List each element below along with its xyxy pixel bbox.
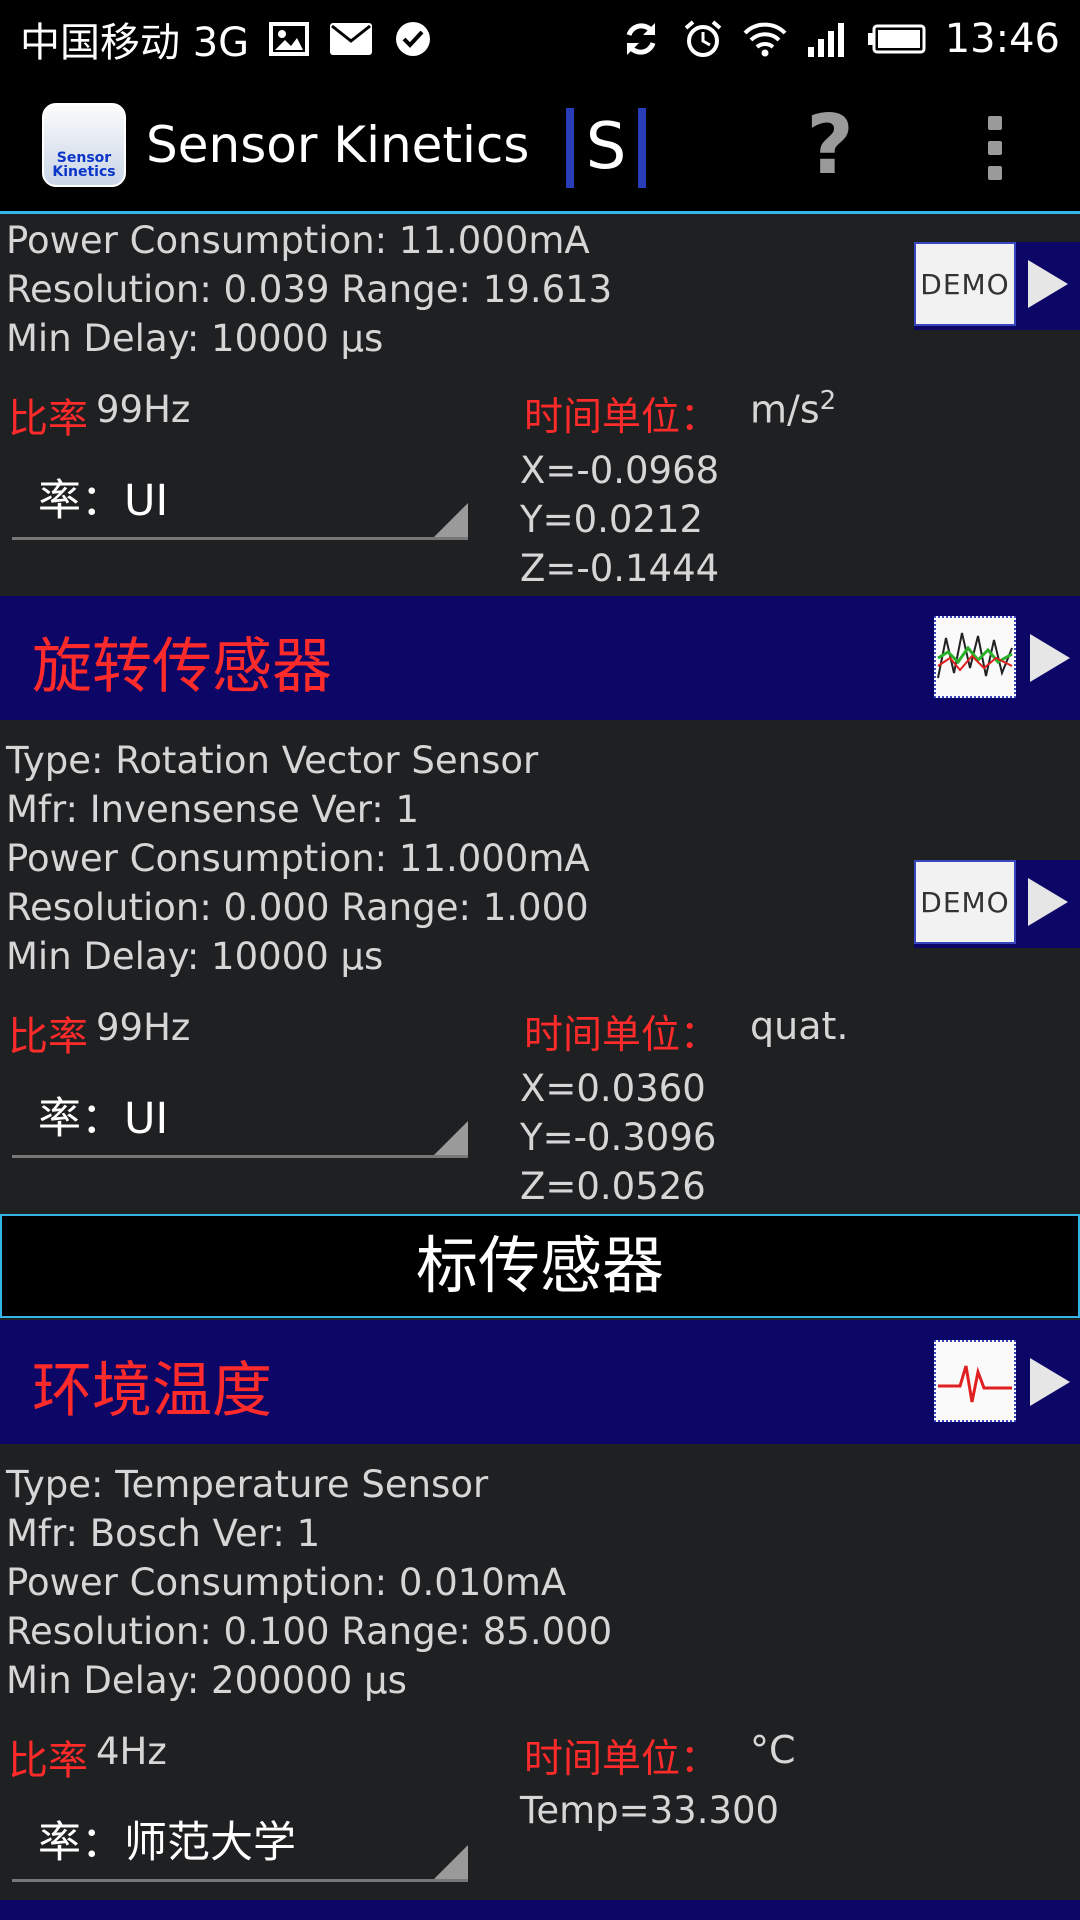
info-line: Resolution: 0.039 Range: 19.613 bbox=[6, 268, 613, 311]
spinner-arrow-icon bbox=[434, 503, 468, 537]
signal-icon bbox=[805, 17, 849, 61]
sensor-values: Temp=33.300 bbox=[520, 1786, 779, 1835]
info-line: Min Delay: 200000 µs bbox=[6, 1659, 407, 1702]
rate-value: 99Hz bbox=[96, 388, 191, 431]
section-header: 标传感器 bbox=[0, 1214, 1080, 1318]
spinner-arrow-icon bbox=[434, 1121, 468, 1155]
sensor-info: Type: Rotation Vector Sensor Mfr: Invens… bbox=[6, 736, 590, 981]
info-line: Power Consumption: 11.000mA bbox=[6, 837, 590, 880]
spinner-arrow-icon bbox=[434, 1845, 468, 1879]
unit-value-text: m/s bbox=[750, 387, 820, 432]
graph-icon[interactable] bbox=[934, 1340, 1016, 1422]
alarm-icon bbox=[681, 17, 725, 61]
sensor-values: X=0.0360 Y=-0.3096 Z=0.0526 bbox=[520, 1064, 716, 1211]
demo-button-wrap[interactable]: DEMO bbox=[914, 860, 1080, 948]
next-sensor-header bbox=[0, 1900, 1080, 1920]
sensor-values: X=-0.0968 Y=0.0212 Z=-0.1444 bbox=[520, 446, 719, 593]
overflow-menu-icon[interactable] bbox=[980, 116, 1010, 180]
unit-superscript: 2 bbox=[819, 386, 837, 416]
clock: 13:46 bbox=[944, 16, 1060, 62]
rate-label: 比率 bbox=[8, 396, 88, 442]
demo-button-wrap[interactable]: DEMO bbox=[914, 242, 1080, 330]
app-logo-text: Sensor Kinetics bbox=[52, 149, 116, 180]
battery-icon bbox=[867, 17, 927, 61]
play-arrow-icon[interactable] bbox=[1030, 634, 1070, 682]
info-line: Resolution: 0.000 Range: 1.000 bbox=[6, 886, 589, 929]
play-arrow-icon[interactable] bbox=[1030, 1358, 1070, 1406]
rate-spinner[interactable]: 率：师范大学 bbox=[12, 1802, 468, 1882]
app-logo[interactable]: Sensor Kinetics bbox=[42, 102, 126, 187]
demo-button[interactable]: DEMO bbox=[914, 860, 1016, 944]
play-arrow-icon[interactable] bbox=[1028, 878, 1068, 926]
unit-value: quat. bbox=[750, 1004, 849, 1048]
action-bar: Sensor Kinetics Sensor Kinetics S ? bbox=[0, 78, 1080, 214]
spinner-value: 率：UI bbox=[38, 1094, 169, 1144]
info-line: Mfr: Bosch Ver: 1 bbox=[6, 1512, 321, 1555]
s-logo-button[interactable]: S bbox=[566, 108, 646, 188]
value-temp: Temp=33.300 bbox=[520, 1789, 780, 1832]
value-y: Y=0.0212 bbox=[520, 498, 704, 541]
sensor-title: 环境温度 bbox=[32, 1356, 272, 1426]
sensor-header-temperature[interactable]: 环境温度 bbox=[0, 1320, 1080, 1444]
image-icon bbox=[267, 17, 311, 61]
play-arrow-icon[interactable] bbox=[1028, 260, 1068, 308]
rate-spinner[interactable]: 率：UI bbox=[12, 460, 468, 540]
rate-spinner[interactable]: 率：UI bbox=[12, 1078, 468, 1158]
graph-icon[interactable] bbox=[934, 616, 1016, 698]
sensor-info: Power Consumption: 11.000mA Resolution: … bbox=[6, 216, 612, 363]
info-line: Min Delay: 10000 µs bbox=[6, 317, 384, 360]
demo-button[interactable]: DEMO bbox=[914, 242, 1016, 326]
info-line: Min Delay: 10000 µs bbox=[6, 935, 384, 978]
app-title: Sensor Kinetics bbox=[146, 115, 530, 174]
info-line: Power Consumption: 11.000mA bbox=[6, 219, 590, 262]
spinner-value: 率：UI bbox=[38, 476, 169, 526]
check-circle-icon bbox=[391, 17, 435, 61]
unit-value: m/s2 bbox=[750, 386, 836, 432]
sync-icon bbox=[619, 17, 663, 61]
rate-value: 4Hz bbox=[96, 1730, 167, 1773]
value-z: Z=-0.1444 bbox=[520, 547, 720, 590]
help-button[interactable]: ? bbox=[800, 96, 860, 196]
unit-label: 时间单位： bbox=[524, 1737, 720, 1782]
mail-icon bbox=[329, 17, 373, 61]
rate-label: 比率 bbox=[8, 1738, 88, 1784]
info-line: Power Consumption: 0.010mA bbox=[6, 1561, 567, 1604]
info-line: Resolution: 0.100 Range: 85.000 bbox=[6, 1610, 613, 1653]
unit-value: °C bbox=[750, 1728, 796, 1772]
wifi-icon bbox=[743, 17, 787, 61]
unit-label: 时间单位： bbox=[524, 1013, 720, 1058]
info-line: Type: Rotation Vector Sensor bbox=[6, 739, 539, 782]
value-x: X=-0.0968 bbox=[520, 449, 720, 492]
info-line: Type: Temperature Sensor bbox=[6, 1463, 489, 1506]
spinner-value: 率：师范大学 bbox=[38, 1818, 296, 1868]
sensor-title: 旋转传感器 bbox=[32, 632, 332, 702]
status-bar: 中国移动 3G 13:46 bbox=[0, 0, 1080, 78]
sensor-header-rotation[interactable]: 旋转传感器 bbox=[0, 596, 1080, 720]
rate-label: 比率 bbox=[8, 1014, 88, 1060]
value-z: Z=0.0526 bbox=[520, 1165, 706, 1208]
rate-value: 99Hz bbox=[96, 1006, 191, 1049]
value-x: X=0.0360 bbox=[520, 1067, 706, 1110]
carrier-label: 中国移动 3G bbox=[20, 20, 250, 66]
status-left: 中国移动 3G bbox=[20, 10, 435, 68]
unit-label: 时间单位： bbox=[524, 395, 720, 440]
value-y: Y=-0.3096 bbox=[520, 1116, 717, 1159]
info-line: Mfr: Invensense Ver: 1 bbox=[6, 788, 420, 831]
sensor-info: Type: Temperature Sensor Mfr: Bosch Ver:… bbox=[6, 1460, 612, 1705]
status-right: 13:46 bbox=[619, 16, 1060, 62]
